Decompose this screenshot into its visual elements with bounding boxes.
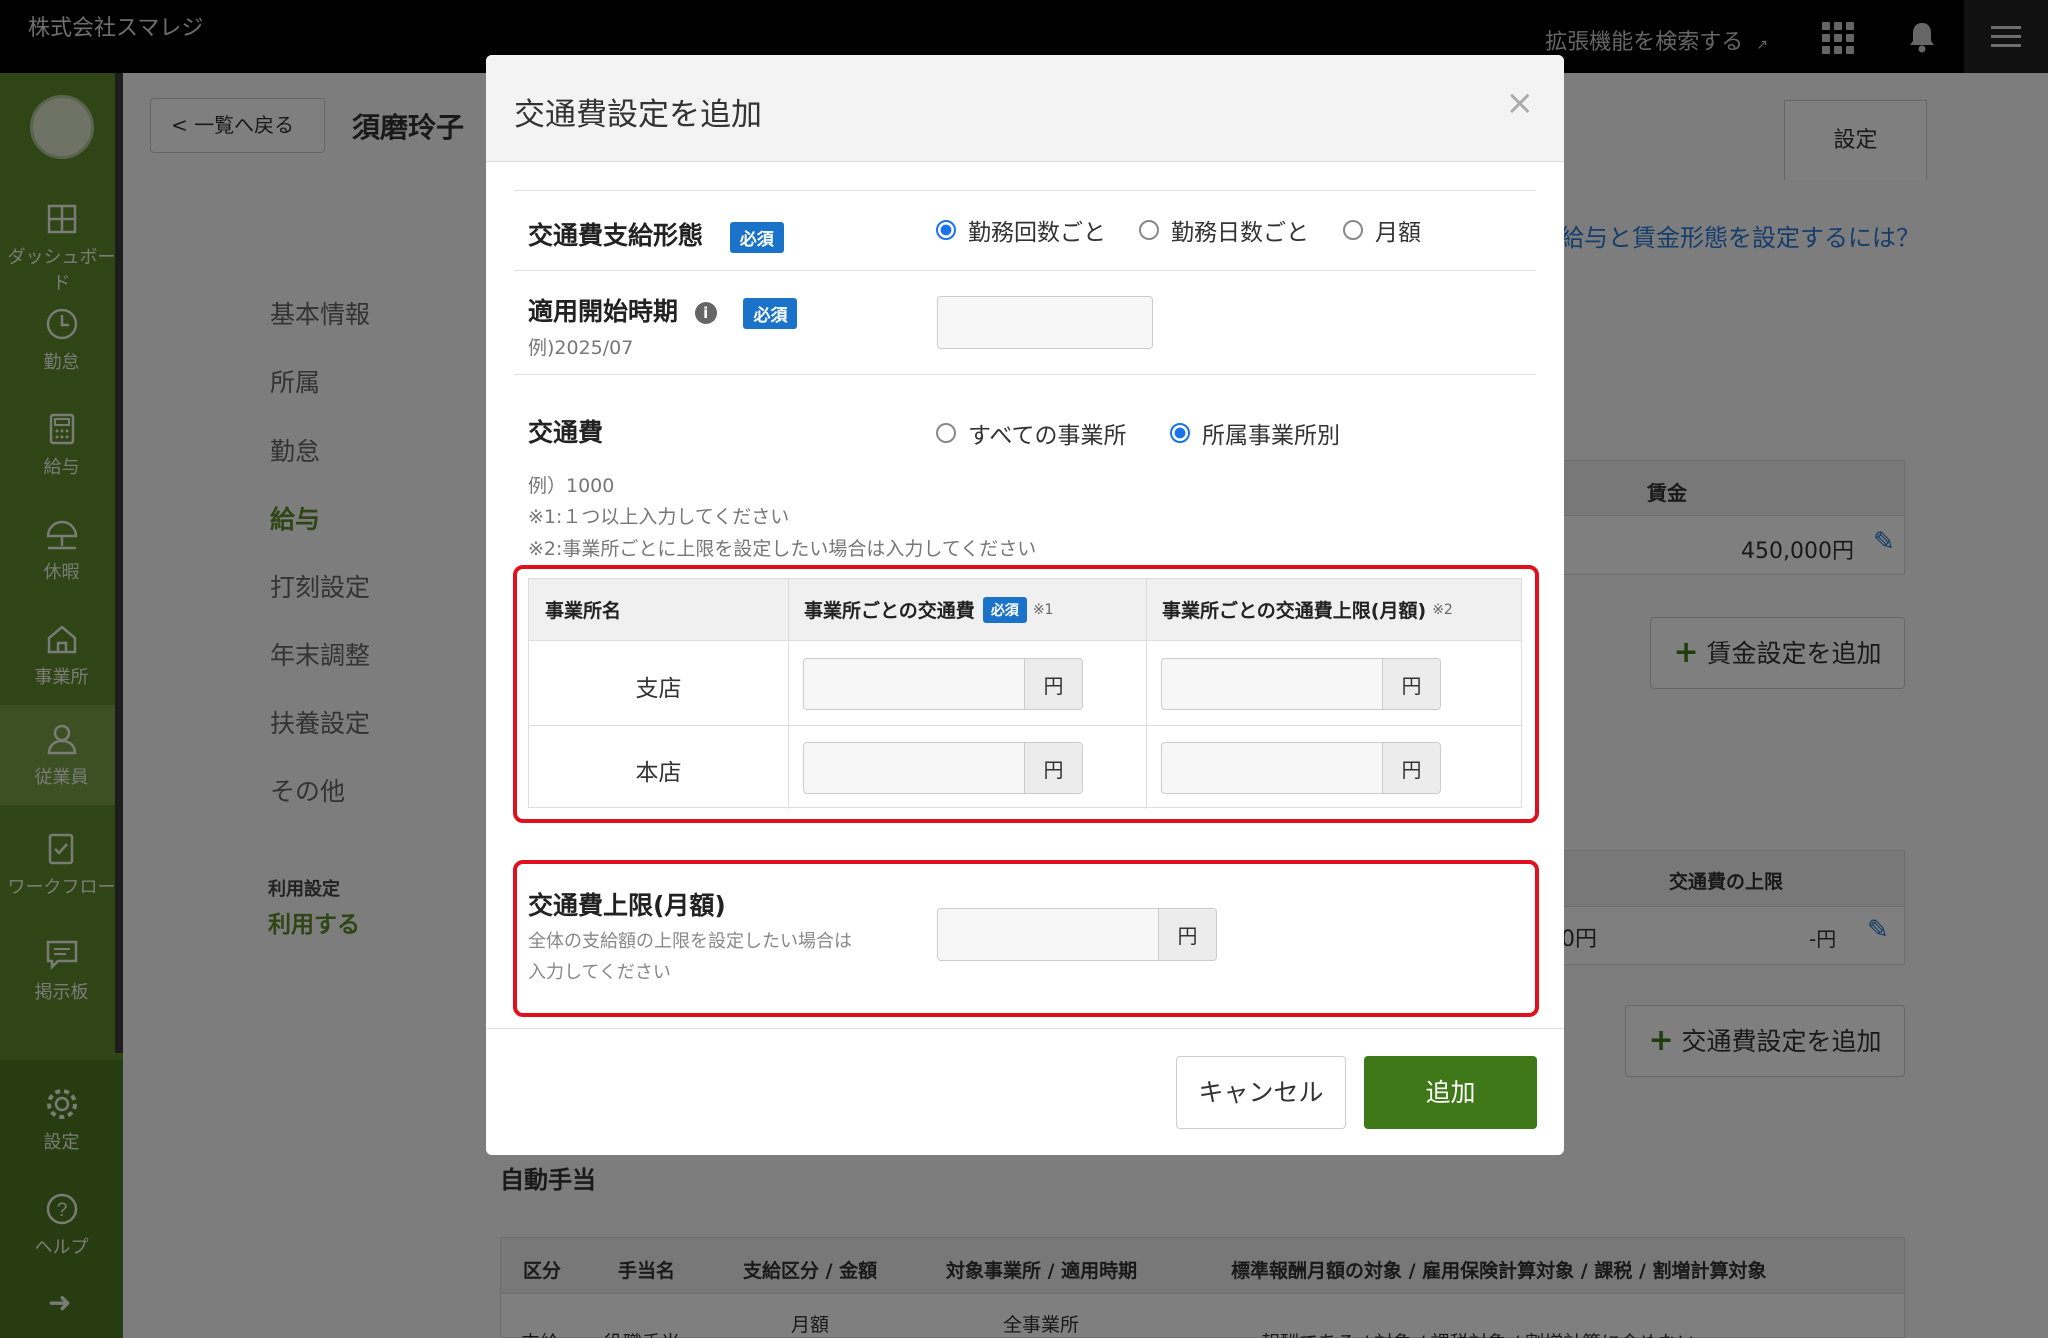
start-period-label: 適用開始時期 i 必須 xyxy=(528,292,798,329)
payment-type-label: 交通費支給形態 必須 xyxy=(528,216,784,253)
radio-empty-icon xyxy=(1343,220,1363,240)
divider xyxy=(514,270,1536,271)
radio-label: 所属事業所別 xyxy=(1202,423,1340,449)
note-2: ※2:事業所ごとに上限を設定したい場合は入力してください xyxy=(528,538,1037,560)
footer-divider xyxy=(486,1028,1564,1029)
radio-selected-icon xyxy=(936,220,956,240)
radio-per-workday[interactable]: 勤務日数ごと xyxy=(1139,213,1309,247)
payment-type-text: 交通費支給形態 xyxy=(528,221,704,250)
example-note: 例）1000 xyxy=(528,475,615,497)
modal-header: 交通費設定を追加 × xyxy=(486,55,1564,162)
highlight-box xyxy=(513,860,1539,1017)
divider xyxy=(514,190,1536,191)
cancel-button[interactable]: キャンセル xyxy=(1176,1056,1346,1129)
start-period-hint: 例)2025/07 xyxy=(528,337,634,359)
radio-label: 勤務回数ごと xyxy=(968,220,1106,246)
radio-per-shift[interactable]: 勤務回数ごと xyxy=(936,213,1106,247)
start-period-input[interactable] xyxy=(937,296,1153,349)
transport-label: 交通費 xyxy=(528,418,604,447)
divider xyxy=(514,374,1536,375)
radio-per-office[interactable]: 所属事業所別 xyxy=(1170,416,1340,450)
radio-all-offices[interactable]: すべての事業所 xyxy=(936,416,1126,450)
highlight-box xyxy=(513,565,1539,823)
radio-empty-icon xyxy=(1139,220,1159,240)
radio-label: 勤務日数ごと xyxy=(1171,220,1309,246)
modal-title: 交通費設定を追加 xyxy=(514,97,762,133)
start-period-text: 適用開始時期 xyxy=(528,297,679,326)
radio-empty-icon xyxy=(936,423,956,443)
close-icon[interactable]: × xyxy=(1506,83,1535,123)
radio-selected-icon xyxy=(1170,423,1190,443)
radio-label: 月額 xyxy=(1375,220,1421,246)
required-badge: 必須 xyxy=(729,221,784,253)
note-1: ※1:１つ以上入力してください xyxy=(528,506,790,528)
required-badge: 必須 xyxy=(743,297,798,329)
add-button[interactable]: 追加 xyxy=(1364,1056,1537,1129)
radio-monthly[interactable]: 月額 xyxy=(1343,213,1421,247)
radio-label: すべての事業所 xyxy=(968,423,1127,449)
info-icon[interactable]: i xyxy=(694,302,717,324)
